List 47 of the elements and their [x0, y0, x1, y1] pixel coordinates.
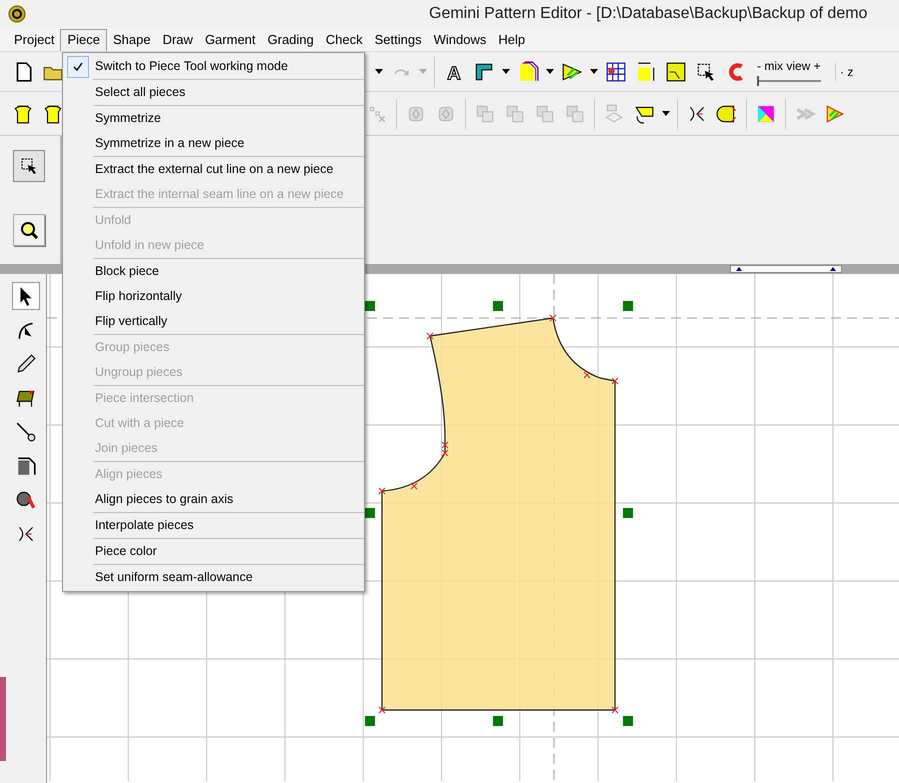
caret-icon[interactable]: [502, 69, 510, 74]
menu-item[interactable]: Settings: [368, 28, 428, 50]
selection-handle[interactable]: [493, 301, 503, 311]
selection-handle[interactable]: [623, 508, 633, 518]
menu-entry[interactable]: Set uniform seam-allowance: [93, 568, 253, 587]
menu-entry[interactable]: Interpolate pieces: [93, 516, 194, 535]
pointer-icon[interactable]: [12, 282, 40, 310]
menu-entry[interactable]: Flip vertically: [93, 312, 168, 331]
menu-item[interactable]: Help: [492, 28, 532, 50]
menu-item[interactable]: Grading: [262, 28, 320, 50]
menu-item[interactable]: Check: [320, 28, 369, 50]
zoom-label: · z: [835, 62, 854, 80]
selection-handle[interactable]: [493, 716, 503, 726]
menu-item[interactable]: Draw: [156, 28, 199, 50]
selection-handle[interactable]: [623, 301, 633, 311]
selection-handle[interactable]: [365, 716, 375, 726]
scroll-widget[interactable]: [730, 265, 842, 273]
menu-item[interactable]: Project: [8, 28, 60, 50]
scroll-arrow-icon[interactable]: [736, 267, 742, 271]
menu-entry[interactable]: Switch to Piece Tool working mode: [93, 57, 288, 76]
select-icon[interactable]: [13, 150, 45, 182]
caret-icon[interactable]: [662, 111, 670, 116]
menu-item[interactable]: Garment: [198, 28, 262, 50]
selection-handle[interactable]: [365, 301, 375, 311]
window-title: Gemini Pattern Editor - [D:\Database\Backup\Backup of demo: [429, 4, 868, 24]
menu-entry[interactable]: Select all pieces: [93, 83, 186, 102]
menu-entry[interactable]: Symmetrize: [93, 109, 161, 128]
menu-entry[interactable]: Align pieces to grain axis: [93, 490, 234, 509]
check-icon: [67, 56, 89, 78]
menu-item[interactable]: Piece: [60, 28, 107, 50]
menu-entry[interactable]: Block piece: [93, 262, 159, 281]
menu-entry[interactable]: Flip horizontally: [93, 287, 182, 306]
caret-icon[interactable]: [546, 69, 554, 74]
selection-handle[interactable]: [365, 508, 375, 518]
app-logo-icon: [8, 5, 26, 23]
scroll-arrow-icon[interactable]: [830, 267, 836, 271]
caret-icon[interactable]: [590, 69, 598, 74]
mix-view-label: - mix view +: [757, 58, 822, 75]
mix-view-slider[interactable]: [757, 76, 821, 86]
menu-item[interactable]: Shape: [107, 28, 157, 50]
menu-item[interactable]: Windows: [428, 28, 492, 50]
menu-entry[interactable]: Extract the external cut line on a new piece: [93, 160, 334, 179]
zoom-icon[interactable]: [13, 214, 45, 246]
menu-entry[interactable]: Symmetrize in a new piece: [93, 134, 244, 153]
menu-entry[interactable]: Piece color: [93, 542, 157, 561]
caret-icon[interactable]: [375, 69, 383, 74]
selection-handle[interactable]: [623, 716, 633, 726]
